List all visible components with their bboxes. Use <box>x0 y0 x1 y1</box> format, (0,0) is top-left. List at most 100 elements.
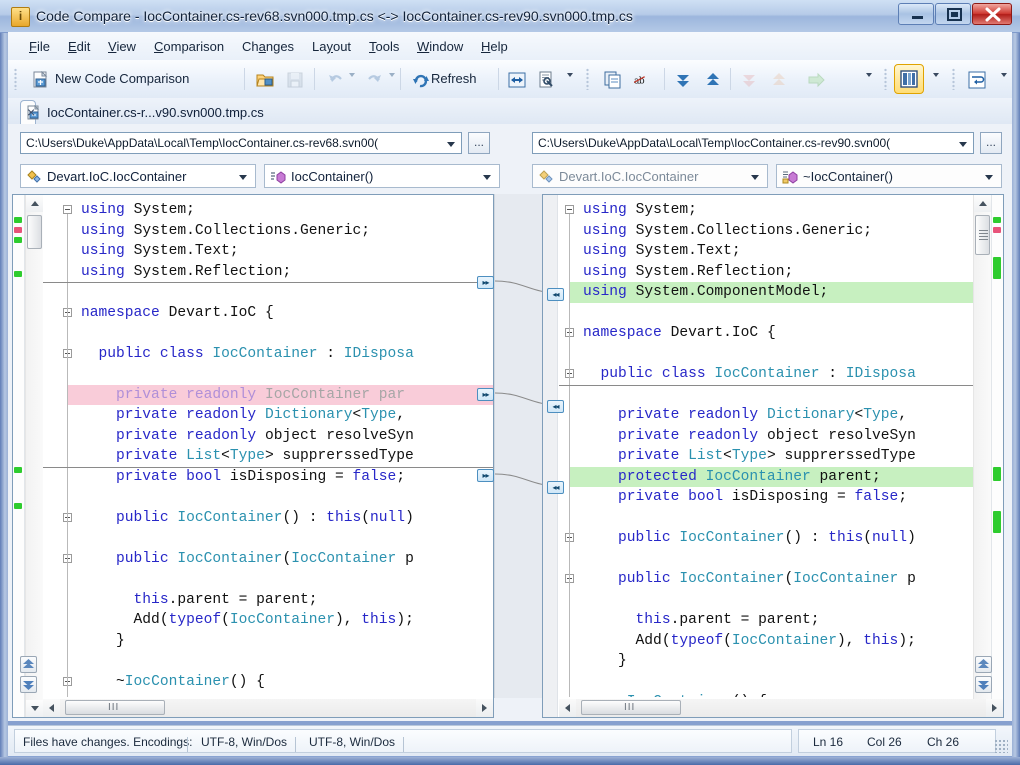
minimize-button[interactable] <box>898 3 934 25</box>
code-line[interactable]: using System.Reflection; <box>559 262 973 283</box>
refresh-button[interactable]: Refresh <box>408 66 494 92</box>
transfer-to-right-button[interactable]: ▸▸ <box>477 469 494 482</box>
right-code-text[interactable]: using System;using System.Collections.Ge… <box>559 195 973 697</box>
left-change-summary-bar[interactable] <box>13 195 25 717</box>
right-browse-button[interactable]: ... <box>980 132 1002 154</box>
right-code-pane[interactable]: using System;using System.Collections.Ge… <box>542 194 1004 718</box>
layout-dropdown-arrow[interactable] <box>933 73 939 77</box>
chevron-down-icon[interactable] <box>751 175 759 180</box>
menu-item-view[interactable]: View <box>101 37 143 56</box>
code-line[interactable]: using System.Text; <box>559 241 973 262</box>
transfer-to-right-button[interactable]: ▸▸ <box>477 276 494 289</box>
scroll-thumb[interactable] <box>975 215 990 255</box>
code-line[interactable]: Add(typeof(IocContainer), this); <box>559 631 973 652</box>
scroll-left-button[interactable] <box>43 699 60 717</box>
scroll-thumb[interactable]: III <box>581 700 681 715</box>
code-line[interactable]: using System.Collections.Generic; <box>559 221 973 242</box>
right-prev-change-button[interactable] <box>975 656 992 673</box>
code-line[interactable]: using System; <box>43 200 493 221</box>
close-button[interactable] <box>972 3 1012 25</box>
next-file-button[interactable] <box>736 66 760 92</box>
wrap-dropdown-arrow[interactable] <box>1001 73 1007 77</box>
replace-button[interactable]: a b <box>630 66 656 92</box>
new-code-comparison-button[interactable]: New Code Comparison <box>28 66 238 92</box>
change-marker-added[interactable] <box>14 503 22 509</box>
redo-button[interactable] <box>362 66 386 92</box>
code-line[interactable]: private bool isDisposing = false; <box>43 467 493 488</box>
code-line[interactable]: namespace Devart.IoC { <box>559 323 973 344</box>
right-change-summary-bar[interactable] <box>991 195 1003 717</box>
right-path-combobox[interactable]: C:\Users\Duke\AppData\Local\Temp\IocCont… <box>532 132 974 154</box>
code-line[interactable]: private readonly Dictionary<Type, <box>559 405 973 426</box>
code-line[interactable]: private bool isDisposing = false; <box>559 487 973 508</box>
chevron-down-icon[interactable] <box>959 142 967 147</box>
toolbar-grip-4[interactable] <box>952 68 955 90</box>
code-line[interactable]: public IocContainer() : this(null) <box>559 528 973 549</box>
code-line[interactable]: } <box>43 631 493 652</box>
code-line[interactable]: using System; <box>559 200 973 221</box>
scroll-up-button[interactable] <box>974 195 991 212</box>
change-marker-added[interactable] <box>993 467 1001 481</box>
code-line[interactable]: using System.Reflection; <box>43 262 493 283</box>
menu-item-tools[interactable]: Tools <box>362 37 406 56</box>
scroll-up-button[interactable] <box>26 195 43 212</box>
maximize-button[interactable] <box>935 3 971 25</box>
right-type-combobox[interactable]: Devart.IoC.IocContainer <box>532 164 768 188</box>
menu-item-layout[interactable]: Layout <box>305 37 358 56</box>
code-line[interactable]: using System.Text; <box>43 241 493 262</box>
apply-button[interactable] <box>804 66 830 92</box>
redo-dropdown-arrow[interactable] <box>389 73 395 77</box>
change-marker-deleted[interactable] <box>993 227 1001 233</box>
right-diff-gutter[interactable] <box>543 195 558 717</box>
layout-button[interactable] <box>894 64 924 94</box>
previous-file-button[interactable] <box>766 66 790 92</box>
menu-item-help[interactable]: Help <box>474 37 515 56</box>
code-line[interactable]: using System.Collections.Generic; <box>43 221 493 242</box>
menu-item-edit[interactable]: Edit <box>61 37 97 56</box>
left-next-change-button[interactable] <box>20 676 37 693</box>
code-line[interactable]: public IocContainer(IocContainer p <box>559 569 973 590</box>
code-line[interactable]: public class IocContainer : IDisposa <box>559 364 973 385</box>
scroll-down-button[interactable] <box>26 700 43 717</box>
change-marker-added[interactable] <box>14 217 22 223</box>
code-line[interactable]: private readonly Dictionary<Type, <box>43 405 493 426</box>
code-line[interactable]: ~IocContainer() { <box>559 692 973 697</box>
code-line[interactable]: protected IocContainer parent; <box>559 467 973 488</box>
left-vertical-scrollbar[interactable] <box>25 195 43 717</box>
next-change-button[interactable] <box>670 66 694 92</box>
left-code-pane[interactable]: using System;using System.Collections.Ge… <box>12 194 494 718</box>
scroll-thumb[interactable] <box>27 215 42 249</box>
open-button[interactable] <box>252 66 278 92</box>
left-horizontal-scrollbar[interactable]: III <box>43 699 493 717</box>
compare-dropdown-arrow[interactable] <box>567 73 573 77</box>
toolbar-grip-3[interactable] <box>884 68 887 90</box>
code-line[interactable]: } <box>559 651 973 672</box>
change-marker-added[interactable] <box>993 217 1001 223</box>
tab-close-icon[interactable]: × <box>27 105 35 120</box>
menu-item-file[interactable]: File <box>22 37 57 56</box>
code-line[interactable]: using System.ComponentModel; <box>559 282 973 303</box>
right-next-change-button[interactable] <box>975 676 992 693</box>
right-vertical-scrollbar[interactable] <box>973 195 991 717</box>
copy-button[interactable] <box>600 66 626 92</box>
menu-item-comparison[interactable]: Comparison <box>147 37 231 56</box>
transfer-to-right-button[interactable]: ▸▸ <box>477 388 494 401</box>
code-line[interactable]: private readonly IocContainer par <box>43 385 493 406</box>
wrap-lines-button[interactable] <box>964 66 990 92</box>
toolbar-grip[interactable] <box>14 68 17 90</box>
code-line[interactable]: public class IocContainer : IDisposa <box>43 344 493 365</box>
code-line[interactable]: this.parent = parent; <box>43 590 493 611</box>
transfer-to-left-button[interactable]: ◂◂ <box>547 400 564 413</box>
chevron-down-icon[interactable] <box>985 175 993 180</box>
chevron-down-icon[interactable] <box>483 175 491 180</box>
left-prev-change-button[interactable] <box>20 656 37 673</box>
code-line[interactable]: public IocContainer() : this(null) <box>43 508 493 529</box>
code-line[interactable]: private List<Type> supprerssedType <box>559 446 973 467</box>
save-button[interactable] <box>282 66 308 92</box>
code-line[interactable]: private List<Type> supprerssedType <box>43 446 493 467</box>
change-marker-added[interactable] <box>14 271 22 277</box>
apply-dropdown-arrow[interactable] <box>866 73 872 77</box>
tab-ioccontainer-compare[interactable]: IocContainer.cs-r...v90.svn000.tmp.cs × <box>20 100 36 125</box>
code-line[interactable]: private readonly object resolveSyn <box>43 426 493 447</box>
left-type-combobox[interactable]: Devart.IoC.IocContainer <box>20 164 256 188</box>
